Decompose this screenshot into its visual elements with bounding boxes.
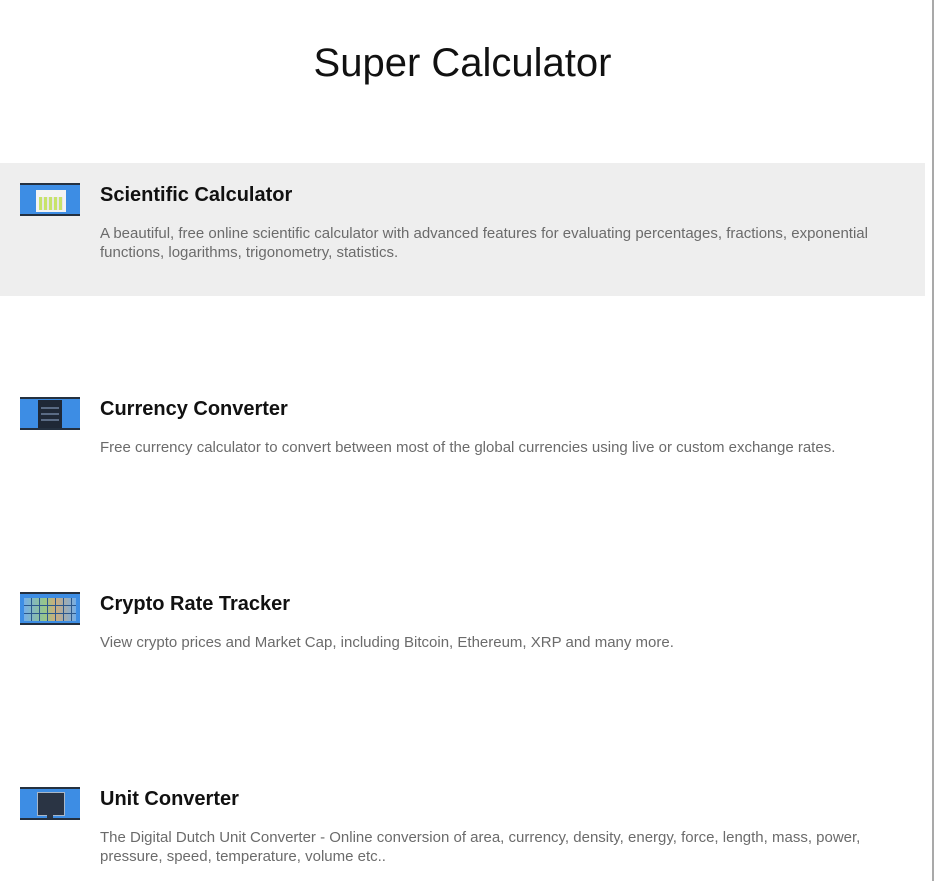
- currency-converter-thumbnail-icon: [20, 397, 80, 430]
- app-item-unit-converter[interactable]: Unit Converter The Digital Dutch Unit Co…: [0, 767, 925, 877]
- app-title[interactable]: Scientific Calculator: [100, 183, 292, 207]
- app-description: The Digital Dutch Unit Converter - Onlin…: [100, 829, 861, 865]
- unit-converter-thumbnail-icon: [20, 787, 80, 820]
- app-description: Free currency calculator to convert betw…: [100, 439, 836, 456]
- app-title[interactable]: Unit Converter: [100, 787, 239, 811]
- app-title[interactable]: Currency Converter: [100, 397, 288, 421]
- app-title[interactable]: Crypto Rate Tracker: [100, 592, 290, 616]
- app-item-currency-converter[interactable]: Currency Converter Free currency calcula…: [0, 377, 925, 487]
- calculator-thumbnail-icon: [20, 183, 80, 216]
- app-description: View crypto prices and Market Cap, inclu…: [100, 634, 674, 651]
- crypto-tracker-thumbnail-icon: [20, 592, 80, 625]
- app-description: A beautiful, free online scientific calc…: [100, 225, 868, 261]
- window-edge: [932, 0, 934, 881]
- page-title: Super Calculator: [313, 41, 612, 85]
- app-item-crypto-rate-tracker[interactable]: Crypto Rate Tracker View crypto prices a…: [0, 572, 925, 682]
- app-item-scientific-calculator[interactable]: Scientific Calculator A beautiful, free …: [0, 163, 925, 296]
